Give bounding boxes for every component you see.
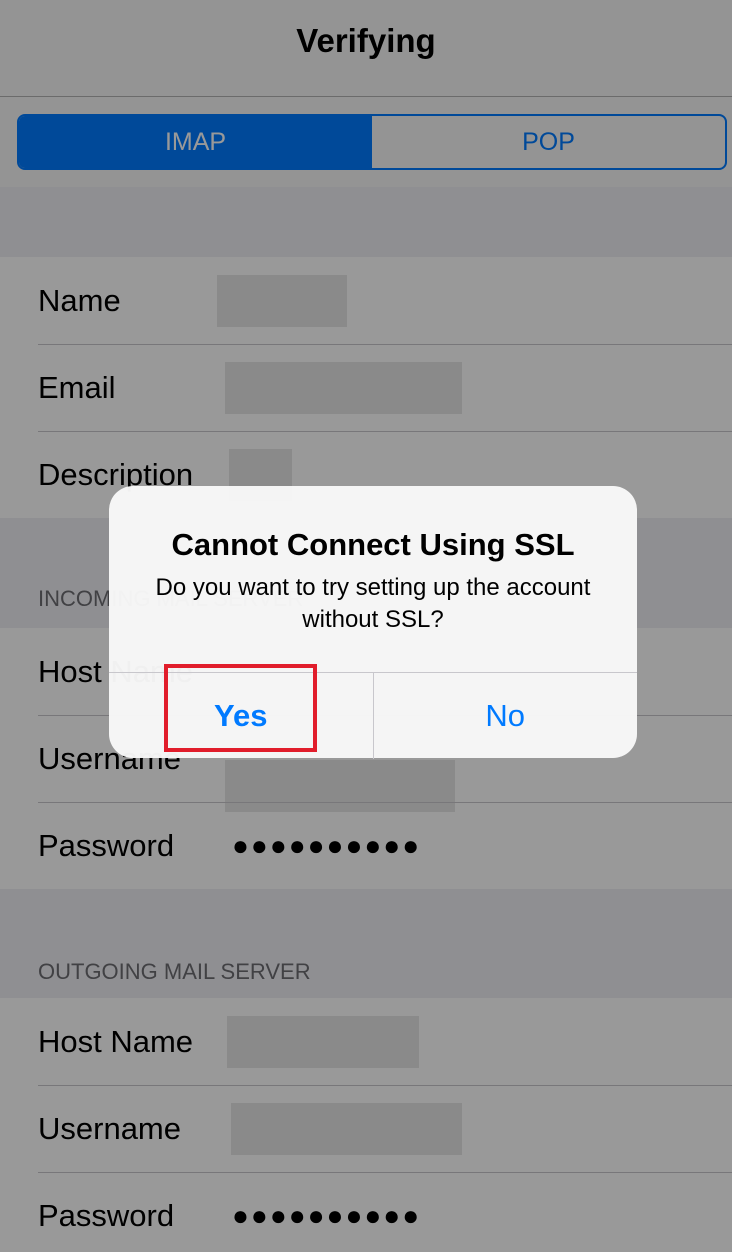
alert-title: Cannot Connect Using SSL: [171, 527, 575, 562]
no-button[interactable]: No: [372, 673, 638, 759]
yes-button-highlight: [164, 664, 317, 752]
alert-message: Do you want to try setting up the accoun…: [155, 574, 591, 633]
